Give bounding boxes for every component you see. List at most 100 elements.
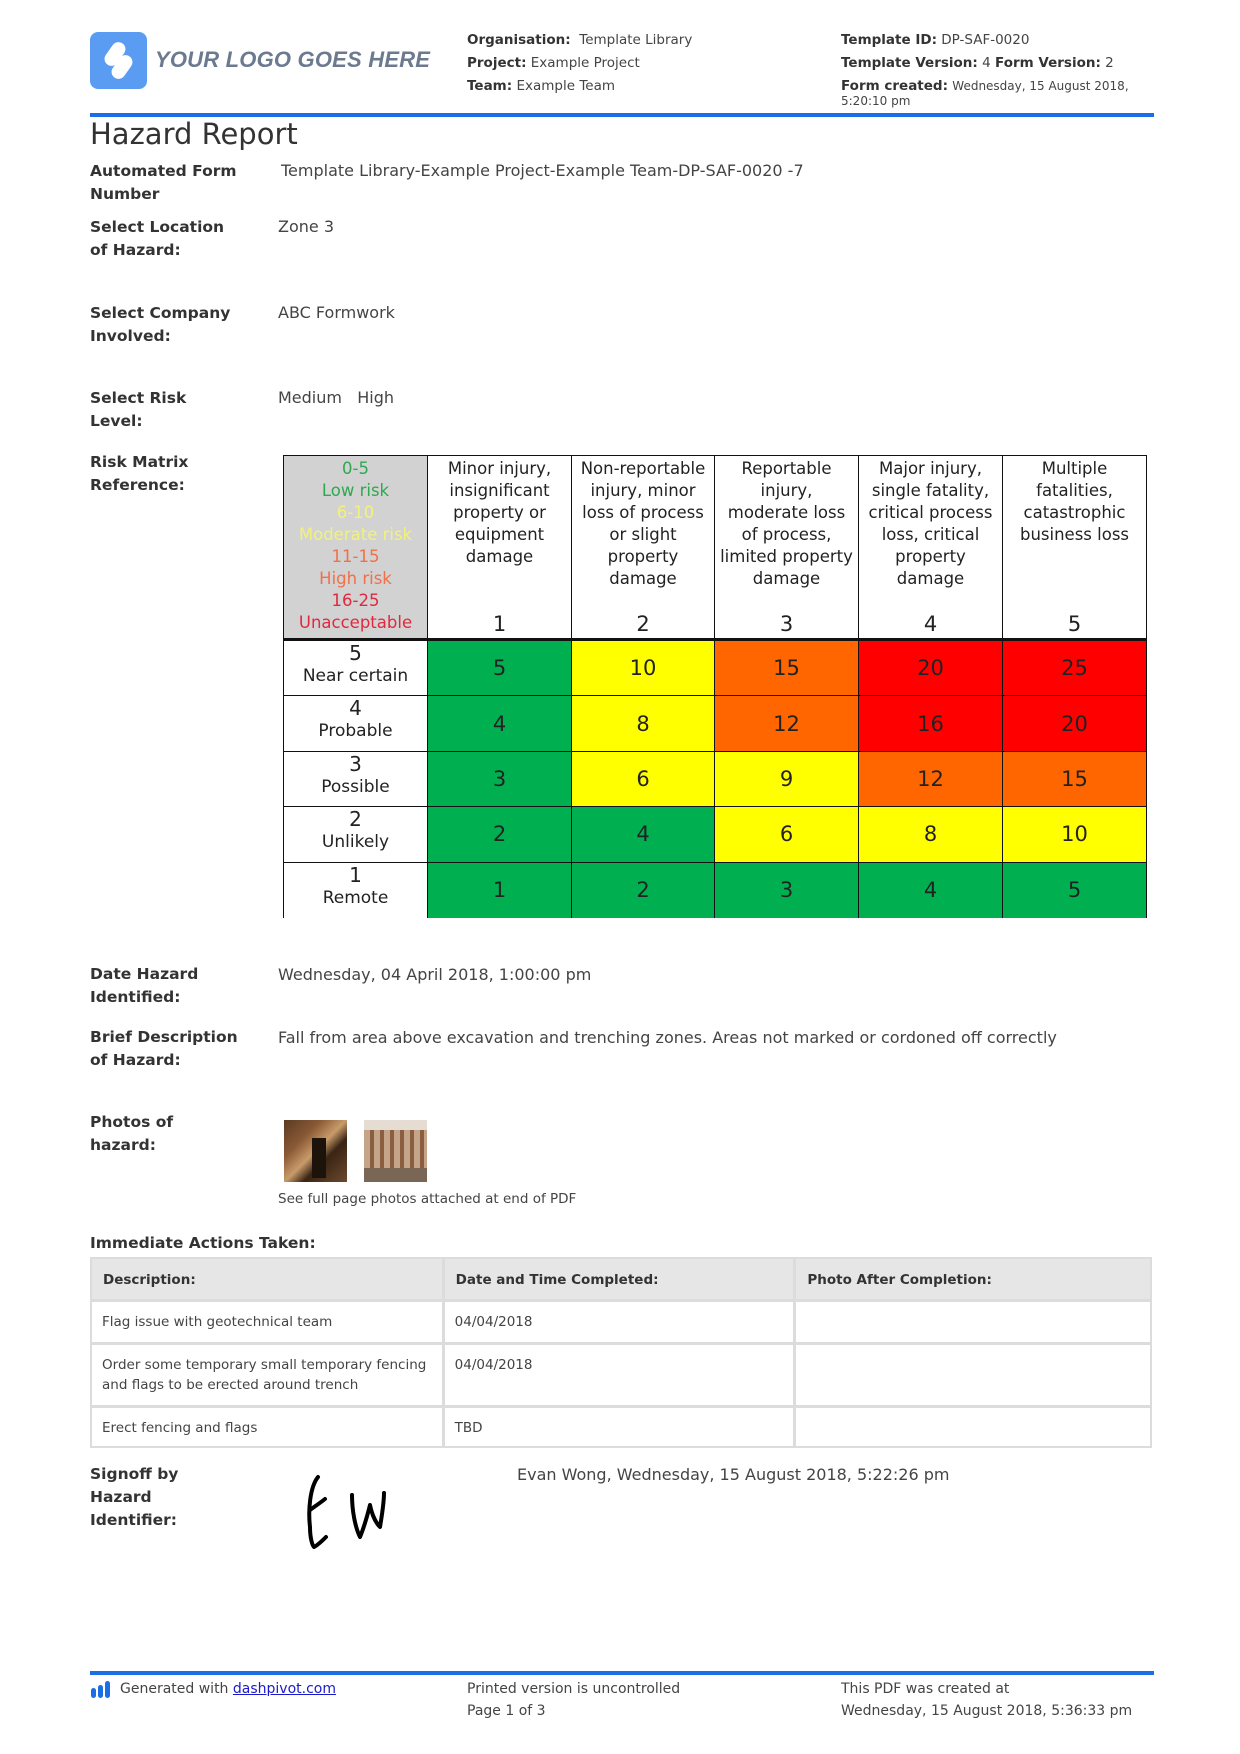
risk-score-cell: 16 — [859, 696, 1003, 751]
template-id-value: DP-SAF-0020 — [941, 32, 1030, 48]
likelihood-number: 1 — [349, 862, 362, 887]
footer-print-info: Printed version is uncontrolled Page 1 o… — [467, 1678, 680, 1722]
company-value: ABC Formwork — [278, 303, 395, 322]
risk-level-value: Medium High — [278, 388, 395, 407]
form-number-label: Automated Form Number — [90, 162, 237, 203]
hazard-photo-thumbnail[interactable] — [284, 1120, 347, 1182]
matrix-likelihood-row: 1 Remote 1 2 3 4 5 — [284, 862, 1146, 918]
template-version-label: Template Version: — [841, 55, 978, 71]
risk-score-cell: 15 — [1003, 751, 1146, 807]
risk-score-cell: 6 — [572, 751, 715, 807]
matrix-header-row: 0-5 Low risk 6-10 Moderate risk 11-15 High ri… — [284, 456, 1146, 641]
organisation-line: Organisation: Template Library — [467, 29, 692, 52]
header-project-meta: Organisation: Template Library Project: … — [467, 29, 692, 98]
form-version-label: Form Version: — [995, 55, 1101, 71]
column-header: Description: — [92, 1259, 442, 1299]
risk-score-cell: 12 — [715, 696, 859, 751]
risk-score-cell: 3 — [428, 751, 572, 807]
footer-generated: Generated with dashpivot.com — [90, 1678, 336, 1700]
action-description: Order some temporary small temporary fen… — [92, 1345, 442, 1405]
legend-range: 16-25 — [331, 591, 380, 610]
risk-matrix-label: Risk Matrix Reference: — [90, 453, 189, 494]
action-description: Flag issue with geotechnical team — [92, 1302, 442, 1342]
organisation-label: Organisation: — [467, 32, 571, 48]
action-date: 04/04/2018 — [444, 1345, 794, 1405]
consequence-description: Non-reportable injury, minor loss of pro… — [580, 459, 706, 588]
consequence-description: Minor injury, insignificant property or … — [447, 459, 552, 566]
likelihood-number: 4 — [349, 696, 362, 721]
hazard-photo-thumbnail[interactable] — [364, 1120, 427, 1182]
consequence-header-cell: Multiple fatalities, catastrophic busine… — [1003, 456, 1146, 638]
page-title: Hazard Report — [90, 117, 298, 151]
form-created-label: Form created: — [841, 78, 948, 94]
actions-heading: Immediate Actions Taken: — [90, 1234, 316, 1252]
pdf-created-value: Wednesday, 15 August 2018, 5:36:33 pm — [841, 1703, 1133, 1719]
consequence-header-cell: Minor injury, insignificant property or … — [428, 456, 572, 638]
consequence-number: 4 — [923, 612, 938, 636]
risk-score-cell: 12 — [859, 751, 1003, 807]
date-identified-label: Date Hazard Identified: — [90, 965, 199, 1006]
risk-score-cell: 20 — [1003, 696, 1146, 751]
actions-header-row: Description: Date and Time Completed: Ph… — [92, 1259, 1150, 1299]
header-template-meta: Template ID: DP-SAF-0020 Template Versio… — [841, 29, 1161, 108]
page-number: Page 1 of 3 — [467, 1703, 546, 1719]
risk-matrix-table: 0-5 Low risk 6-10 Moderate risk 11-15 High ri… — [283, 455, 1147, 918]
template-version-value: 4 — [982, 55, 991, 71]
likelihood-number: 5 — [349, 641, 362, 665]
consequence-header-cell: Reportable injury, moderate loss of proc… — [715, 456, 859, 638]
legend-label: Moderate risk — [298, 525, 413, 544]
location-label: Select Location of Hazard: — [90, 218, 225, 259]
legend-range: 6-10 — [336, 503, 375, 522]
likelihood-label: Possible — [321, 776, 390, 797]
team-line: Team: Example Team — [467, 75, 692, 98]
photos-label: Photos of hazard: — [90, 1113, 174, 1154]
matrix-likelihood-row: 5 Near certain 5 10 15 20 25 — [284, 641, 1146, 697]
risk-legend-cell: 0-5 Low risk 6-10 Moderate risk 11-15 High ri… — [284, 456, 428, 638]
risk-score-cell: 4 — [572, 807, 715, 862]
consequence-number: 1 — [492, 612, 507, 636]
team-label: Team: — [467, 78, 513, 94]
likelihood-label: Remote — [322, 887, 389, 908]
project-value: Example Project — [530, 55, 640, 71]
location-value: Zone 3 — [278, 217, 334, 236]
risk-score-cell: 2 — [572, 862, 715, 918]
project-label: Project: — [467, 55, 527, 71]
risk-score-cell: 15 — [715, 641, 859, 696]
signature-image — [300, 1465, 430, 1559]
consequence-number: 2 — [636, 612, 650, 636]
consequence-description: Multiple fatalities, catastrophic busine… — [1019, 459, 1130, 544]
pdf-created-label: This PDF was created at — [841, 1681, 1010, 1697]
template-id-line: Template ID: DP-SAF-0020 — [841, 29, 1161, 52]
risk-score-cell: 6 — [715, 807, 859, 862]
dashpivot-link[interactable]: dashpivot.com — [233, 1678, 336, 1700]
likelihood-label: Probable — [318, 721, 393, 742]
description-label: Brief Description of Hazard: — [90, 1028, 238, 1069]
matrix-likelihood-row: 2 Unlikely 2 4 6 8 10 — [284, 807, 1146, 863]
risk-score-cell: 25 — [1003, 641, 1146, 696]
consequence-header-cell: Non-reportable injury, minor loss of pro… — [572, 456, 715, 638]
matrix-likelihood-row: 4 Probable 4 8 12 16 20 — [284, 696, 1146, 752]
legend-range: 11-15 — [331, 547, 380, 566]
action-photo — [796, 1302, 1150, 1342]
project-line: Project: Example Project — [467, 52, 692, 75]
uncontrolled-notice: Printed version is uncontrolled — [467, 1681, 681, 1697]
signoff-label: Signoff by Hazard Identifier: — [90, 1465, 179, 1529]
date-identified-value: Wednesday, 04 April 2018, 1:00:00 pm — [278, 965, 592, 984]
template-id-label: Template ID: — [841, 32, 937, 48]
table-row: Erect fencing and flags TBD — [92, 1408, 1150, 1446]
table-row: Flag issue with geotechnical team 04/04/… — [92, 1302, 1150, 1342]
likelihood-number: 3 — [349, 751, 362, 776]
logo-icon — [90, 32, 147, 89]
risk-score-cell: 20 — [859, 641, 1003, 696]
legend-range: 0-5 — [342, 459, 369, 478]
consequence-description: Major injury, single fatality, critical … — [868, 459, 993, 588]
actions-table: Description: Date and Time Completed: Ph… — [90, 1257, 1152, 1448]
risk-score-cell: 8 — [572, 696, 715, 751]
legend-label: Low risk — [321, 481, 390, 500]
footer-divider — [90, 1671, 1154, 1675]
action-date: 04/04/2018 — [444, 1302, 794, 1342]
risk-score-cell: 8 — [859, 807, 1003, 862]
risk-score-cell: 10 — [572, 641, 715, 696]
logo-text: YOUR LOGO GOES HERE — [155, 47, 431, 72]
form-created-time: 5:20:10 pm — [841, 94, 911, 108]
